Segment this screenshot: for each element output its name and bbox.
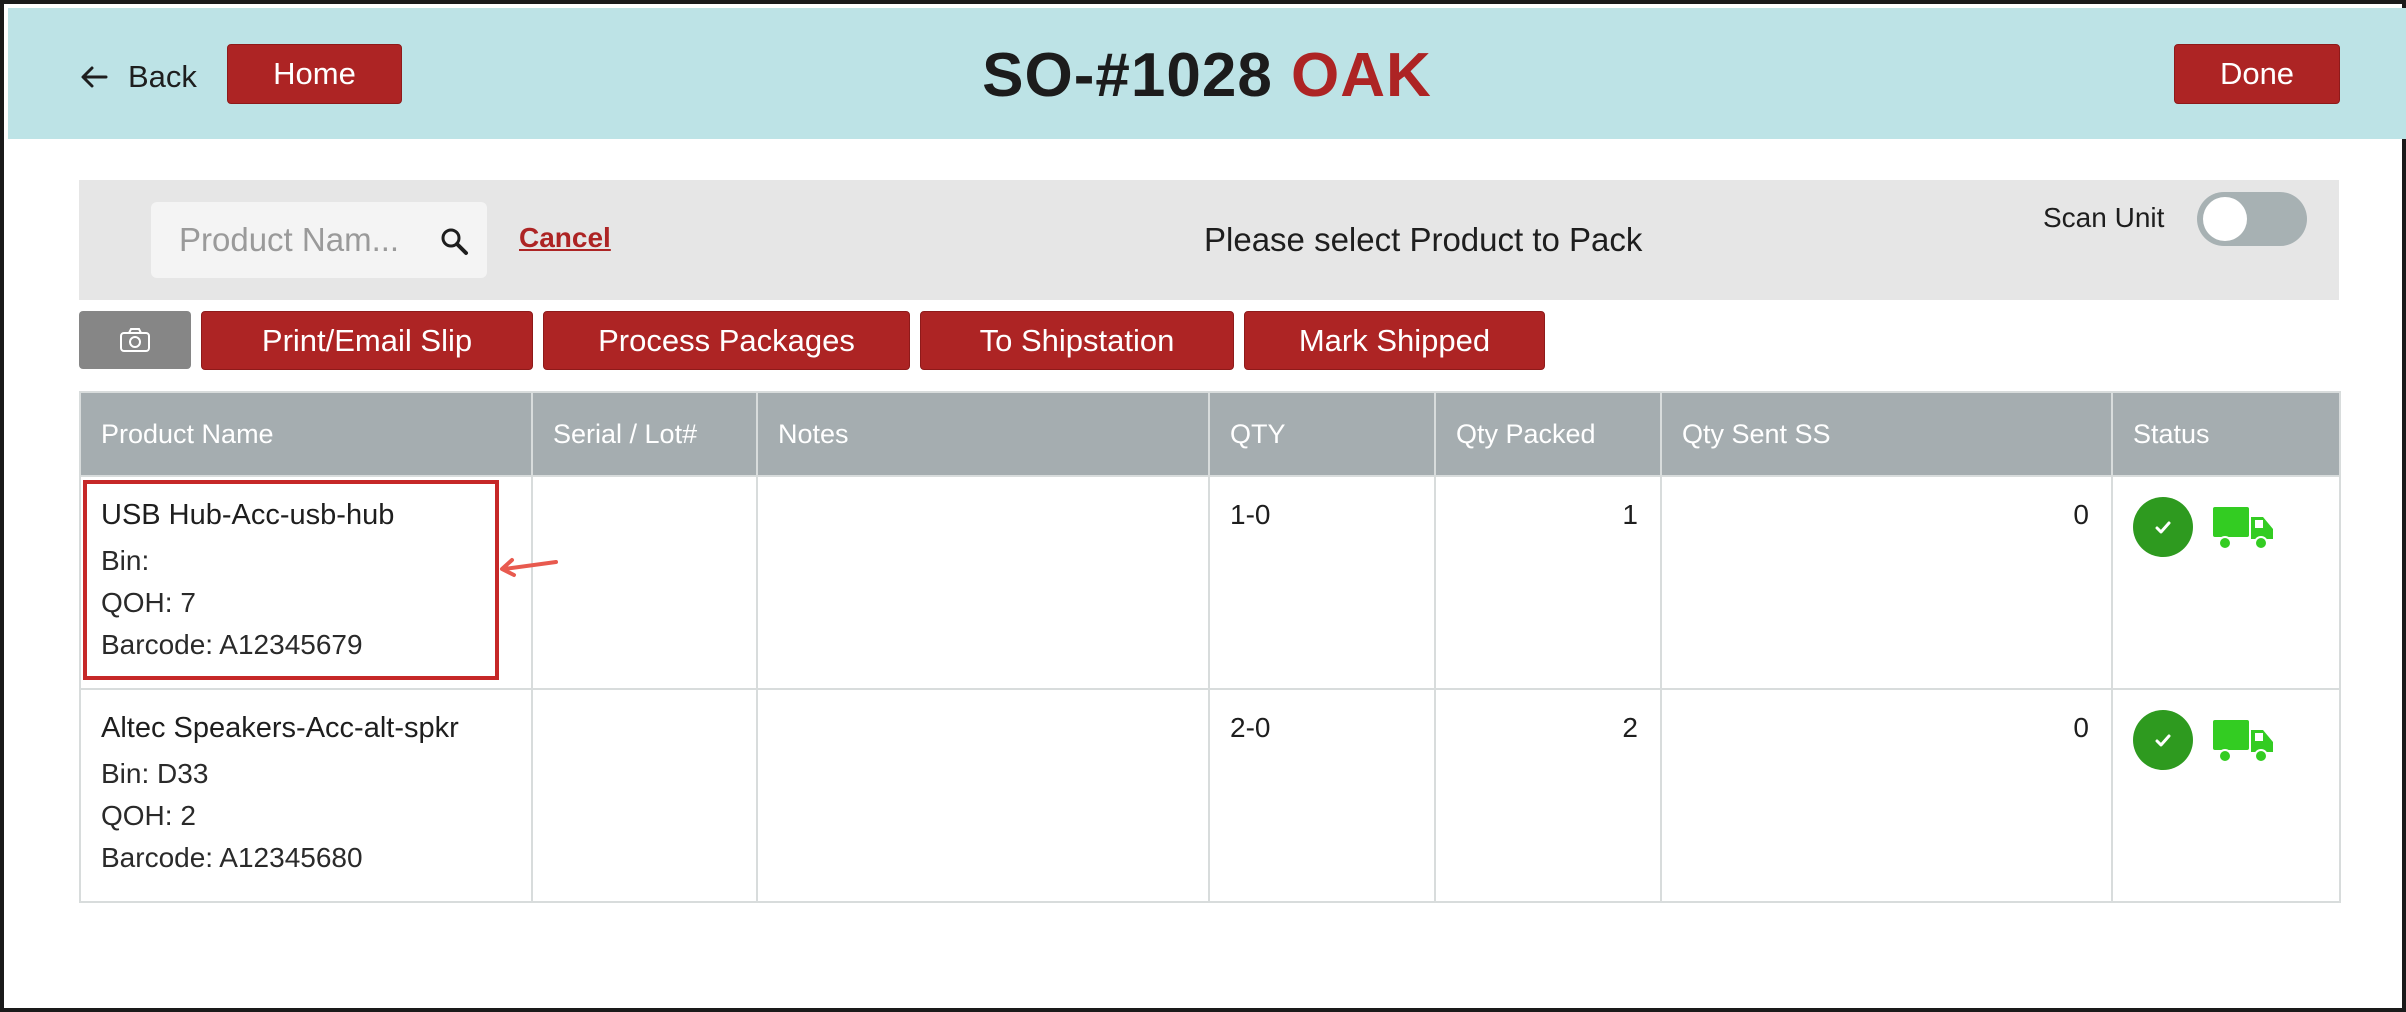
top-bar: Back Home SO-#1028 OAK Done xyxy=(8,8,2406,139)
col-product-name[interactable]: Product Name xyxy=(79,391,533,477)
product-bin: Bin: D33 xyxy=(101,758,209,789)
qty-packed-cell: 1 xyxy=(1434,475,1662,690)
product-cell[interactable]: Altec Speakers-Acc-alt-spkr Bin: D33 QOH… xyxy=(79,688,533,903)
table-header-row: Product Name Serial / Lot# Notes QTY Qty… xyxy=(79,391,2341,477)
product-barcode: Barcode: A12345680 xyxy=(101,842,363,873)
status-cell xyxy=(2111,688,2341,903)
notes-cell[interactable] xyxy=(756,475,1210,690)
qty-cell: 1-0 xyxy=(1208,475,1436,690)
product-bin: Bin: xyxy=(101,545,150,576)
annotation-arrow-icon xyxy=(500,558,558,577)
col-notes[interactable]: Notes xyxy=(756,391,1210,477)
col-serial-lot[interactable]: Serial / Lot# xyxy=(531,391,758,477)
qty-sent-ss-cell: 0 xyxy=(1660,475,2113,690)
product-qoh: QOH: 7 xyxy=(101,587,196,618)
mark-shipped-button[interactable]: Mark Shipped xyxy=(1244,311,1545,370)
page-title: SO-#1028 OAK xyxy=(8,40,2406,111)
serial-cell[interactable] xyxy=(531,688,758,903)
qty-sent-ss-cell: 0 xyxy=(1660,688,2113,903)
check-circle-icon xyxy=(2133,497,2193,557)
pack-table: Product Name Serial / Lot# Notes QTY Qty… xyxy=(79,391,2341,903)
scan-unit-toggle[interactable] xyxy=(2197,192,2307,246)
search-box xyxy=(151,202,487,278)
product-name: USB Hub-Acc-usb-hub xyxy=(101,499,395,531)
col-status[interactable]: Status xyxy=(2111,391,2341,477)
app-frame: Back Home SO-#1028 OAK Done Cancel Pleas… xyxy=(0,0,2406,1012)
location-code: OAK xyxy=(1291,41,1432,110)
print-email-slip-button[interactable]: Print/Email Slip xyxy=(201,311,533,370)
col-qty-sent-ss[interactable]: Qty Sent SS xyxy=(1660,391,2113,477)
search-band: Cancel Please select Product to Pack Sca… xyxy=(79,180,2339,300)
table-row[interactable]: USB Hub-Acc-usb-hub Bin: QOH: 7 Barcode:… xyxy=(79,475,2341,690)
camera-button[interactable] xyxy=(79,311,191,369)
truck-icon xyxy=(2213,507,2273,550)
process-packages-button[interactable]: Process Packages xyxy=(543,311,910,370)
search-icon[interactable] xyxy=(439,226,469,256)
done-button[interactable]: Done xyxy=(2174,44,2340,104)
check-circle-icon xyxy=(2133,710,2193,770)
col-qty-packed[interactable]: Qty Packed xyxy=(1434,391,1662,477)
col-qty[interactable]: QTY xyxy=(1208,391,1436,477)
qty-packed-cell: 2 xyxy=(1434,688,1662,903)
truck-icon xyxy=(2213,720,2273,763)
product-barcode: Barcode: A12345679 xyxy=(101,629,363,660)
product-qoh: QOH: 2 xyxy=(101,800,196,831)
qty-cell: 2-0 xyxy=(1208,688,1436,903)
scan-unit-label: Scan Unit xyxy=(2043,202,2165,233)
status-cell xyxy=(2111,475,2341,690)
product-name: Altec Speakers-Acc-alt-spkr xyxy=(101,712,459,744)
table-row[interactable]: Altec Speakers-Acc-alt-spkr Bin: D33 QOH… xyxy=(79,688,2341,903)
notes-cell[interactable] xyxy=(756,688,1210,903)
order-id: SO-#1028 xyxy=(982,41,1273,110)
camera-icon xyxy=(120,328,150,352)
to-shipstation-button[interactable]: To Shipstation xyxy=(920,311,1234,370)
product-cell[interactable]: USB Hub-Acc-usb-hub Bin: QOH: 7 Barcode:… xyxy=(79,475,533,690)
product-search-input[interactable] xyxy=(179,220,429,260)
cancel-link[interactable]: Cancel xyxy=(519,222,611,254)
pack-prompt: Please select Product to Pack xyxy=(1204,221,1643,258)
toggle-knob xyxy=(2203,197,2247,241)
serial-cell[interactable] xyxy=(531,475,758,690)
